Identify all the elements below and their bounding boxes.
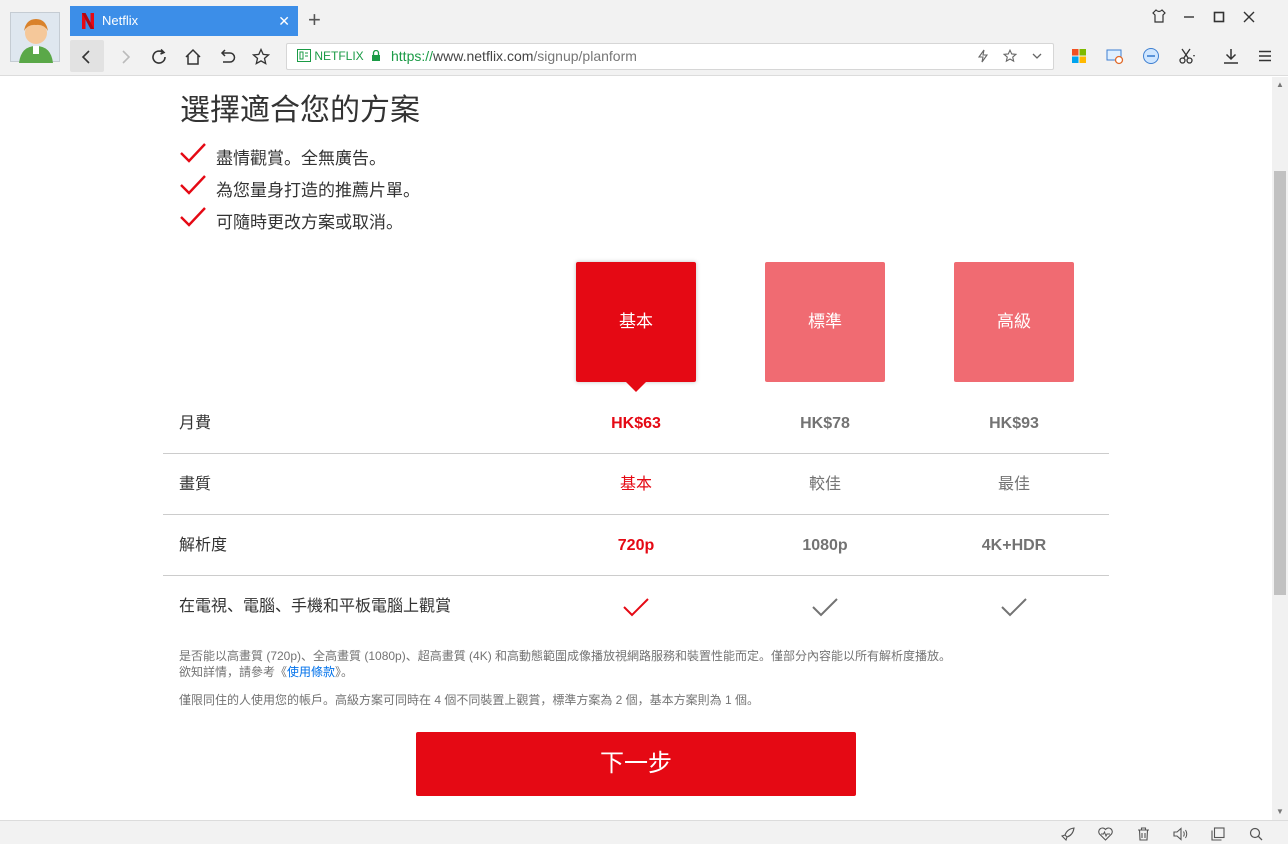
- checkmark-icon: [180, 175, 206, 195]
- minus-circle-icon[interactable]: [1138, 40, 1164, 72]
- download-icon[interactable]: [1218, 40, 1244, 72]
- next-step-button[interactable]: 下一步: [416, 732, 856, 796]
- url-text: https://www.netflix.com/signup/planform: [391, 44, 637, 69]
- checkmark-icon: [623, 598, 649, 617]
- row-label: 在電視、電腦、手機和平板電腦上觀賞: [179, 598, 452, 615]
- vertical-scrollbar[interactable]: ▲ ▼: [1272, 77, 1288, 820]
- row-video-quality: 畫質 基本 較佳 最佳: [163, 454, 1109, 515]
- disclaimer-end: 》。: [335, 665, 354, 679]
- plan-name: 高級: [997, 312, 1031, 331]
- page-content: 選擇適合您的方案 盡情觀賞。全無廣告。 為您量身打造的推薦片單。 可隨時更改方案…: [0, 77, 1272, 820]
- star-icon: [251, 48, 271, 66]
- scrollbar-thumb[interactable]: [1274, 171, 1286, 595]
- quality-standard: 較佳: [808, 476, 841, 493]
- devices-basic: [576, 576, 696, 637]
- screenshot-icon[interactable]: [1102, 40, 1128, 72]
- skin-icon[interactable]: [1144, 4, 1174, 32]
- quality-basic: 基本: [619, 476, 652, 493]
- lightning-icon[interactable]: [976, 49, 990, 63]
- back-button[interactable]: [70, 40, 104, 72]
- trash-icon[interactable]: [1131, 821, 1155, 845]
- site-label: NETFLIX: [314, 49, 364, 63]
- scroll-down-arrow-icon[interactable]: ▼: [1272, 804, 1288, 820]
- checkmark-icon: [1001, 598, 1027, 617]
- price-standard: HK$78: [800, 415, 850, 432]
- scissors-icon[interactable]: [1174, 40, 1200, 72]
- plan-name: 基本: [619, 312, 653, 331]
- devices-premium: [954, 576, 1074, 637]
- close-icon[interactable]: [1234, 4, 1264, 32]
- url-protocol: https://: [391, 48, 434, 64]
- heart-pulse-icon[interactable]: [1093, 821, 1117, 845]
- chevron-right-icon: [122, 50, 131, 64]
- address-actions: [976, 44, 1043, 69]
- selected-caret: [626, 382, 646, 392]
- scroll-up-arrow-icon[interactable]: ▲: [1272, 77, 1288, 93]
- devices-standard: [765, 576, 885, 637]
- undo-icon: [220, 49, 236, 63]
- menu-icon[interactable]: [1252, 40, 1278, 72]
- row-label: 解析度: [179, 537, 228, 554]
- plan-premium-card[interactable]: 高級: [954, 262, 1074, 382]
- row-label: 月費: [179, 415, 212, 432]
- home-button[interactable]: [176, 40, 210, 72]
- reload-icon: [152, 49, 166, 65]
- rocket-icon[interactable]: [1056, 821, 1080, 845]
- resolution-basic: 720p: [617, 537, 655, 554]
- undo-close-tab-button[interactable]: [210, 40, 244, 72]
- row-label: 畫質: [179, 476, 212, 493]
- speaker-icon[interactable]: [1168, 821, 1192, 845]
- tab-close-button[interactable]: ✕: [278, 6, 290, 36]
- zoom-search-icon[interactable]: [1244, 821, 1268, 845]
- resolution-standard: 1080p: [802, 537, 848, 554]
- apps-icon[interactable]: [1066, 40, 1092, 72]
- forward-button[interactable]: [108, 40, 142, 72]
- disclaimer-household: 僅限同住的人使用您的帳戶。高級方案可同時在 4 個不同裝置上觀賞，標準方案為 2…: [179, 693, 760, 707]
- new-tab-button[interactable]: +: [308, 6, 321, 34]
- price-basic: HK$63: [611, 415, 661, 432]
- chevron-down-icon[interactable]: [1031, 50, 1043, 62]
- terms-of-use-link[interactable]: 使用條款: [287, 665, 335, 679]
- navigation-bar: NETFLIX https://www.netflix.com/signup/p…: [0, 40, 1288, 74]
- row-resolution: 解析度 720p 1080p 4K+HDR: [163, 515, 1109, 576]
- status-bar: [0, 820, 1288, 844]
- checkmark-icon: [180, 143, 206, 163]
- row-monthly-price: 月費 HK$63 HK$78 HK$93: [163, 393, 1109, 454]
- benefit-text: 可隨時更改方案或取消。: [216, 213, 403, 232]
- row-devices: 在電視、電腦、手機和平板電腦上觀賞: [163, 576, 1109, 637]
- benefit-text: 盡情觀賞。全無廣告。: [216, 149, 386, 168]
- minimize-icon[interactable]: [1174, 4, 1204, 32]
- quality-premium: 最佳: [997, 476, 1030, 493]
- benefit-text: 為您量身打造的推薦片單。: [216, 181, 420, 200]
- lock-icon: [372, 49, 381, 61]
- reload-button[interactable]: [142, 40, 176, 72]
- price-premium: HK$93: [989, 415, 1039, 432]
- bookmark-button[interactable]: [244, 40, 278, 72]
- disclaimer-resolution: 是否能以高畫質 (720p)、全高畫質 (1080p)、超高畫質 (4K) 和高…: [179, 648, 959, 680]
- certificate-icon: [297, 49, 311, 62]
- favorite-star-icon[interactable]: [1003, 48, 1018, 63]
- tab-title: Netflix: [102, 13, 139, 28]
- plan-standard-card[interactable]: 標準: [765, 262, 885, 382]
- home-icon: [185, 49, 201, 65]
- resolution-premium: 4K+HDR: [981, 537, 1047, 554]
- plan-name: 標準: [808, 312, 842, 331]
- page-title: 選擇適合您的方案: [180, 94, 420, 127]
- maximize-icon[interactable]: [1204, 4, 1234, 32]
- browser-chrome: Netflix ✕ + NETFLIX https://www.netflix.…: [0, 0, 1288, 76]
- address-bar[interactable]: NETFLIX https://www.netflix.com/signup/p…: [286, 43, 1054, 70]
- plan-basic-card[interactable]: 基本: [576, 262, 696, 392]
- netflix-logo-icon: [82, 13, 94, 29]
- url-path: /signup/planform: [533, 48, 637, 64]
- tab-netflix[interactable]: Netflix ✕: [70, 6, 298, 36]
- chevron-left-icon: [81, 50, 90, 64]
- site-identity[interactable]: NETFLIX: [297, 44, 381, 69]
- checkmark-icon: [180, 207, 206, 227]
- checkmark-icon: [812, 598, 838, 617]
- window-layout-icon[interactable]: [1206, 821, 1230, 845]
- url-host: www.netflix.com: [433, 48, 534, 64]
